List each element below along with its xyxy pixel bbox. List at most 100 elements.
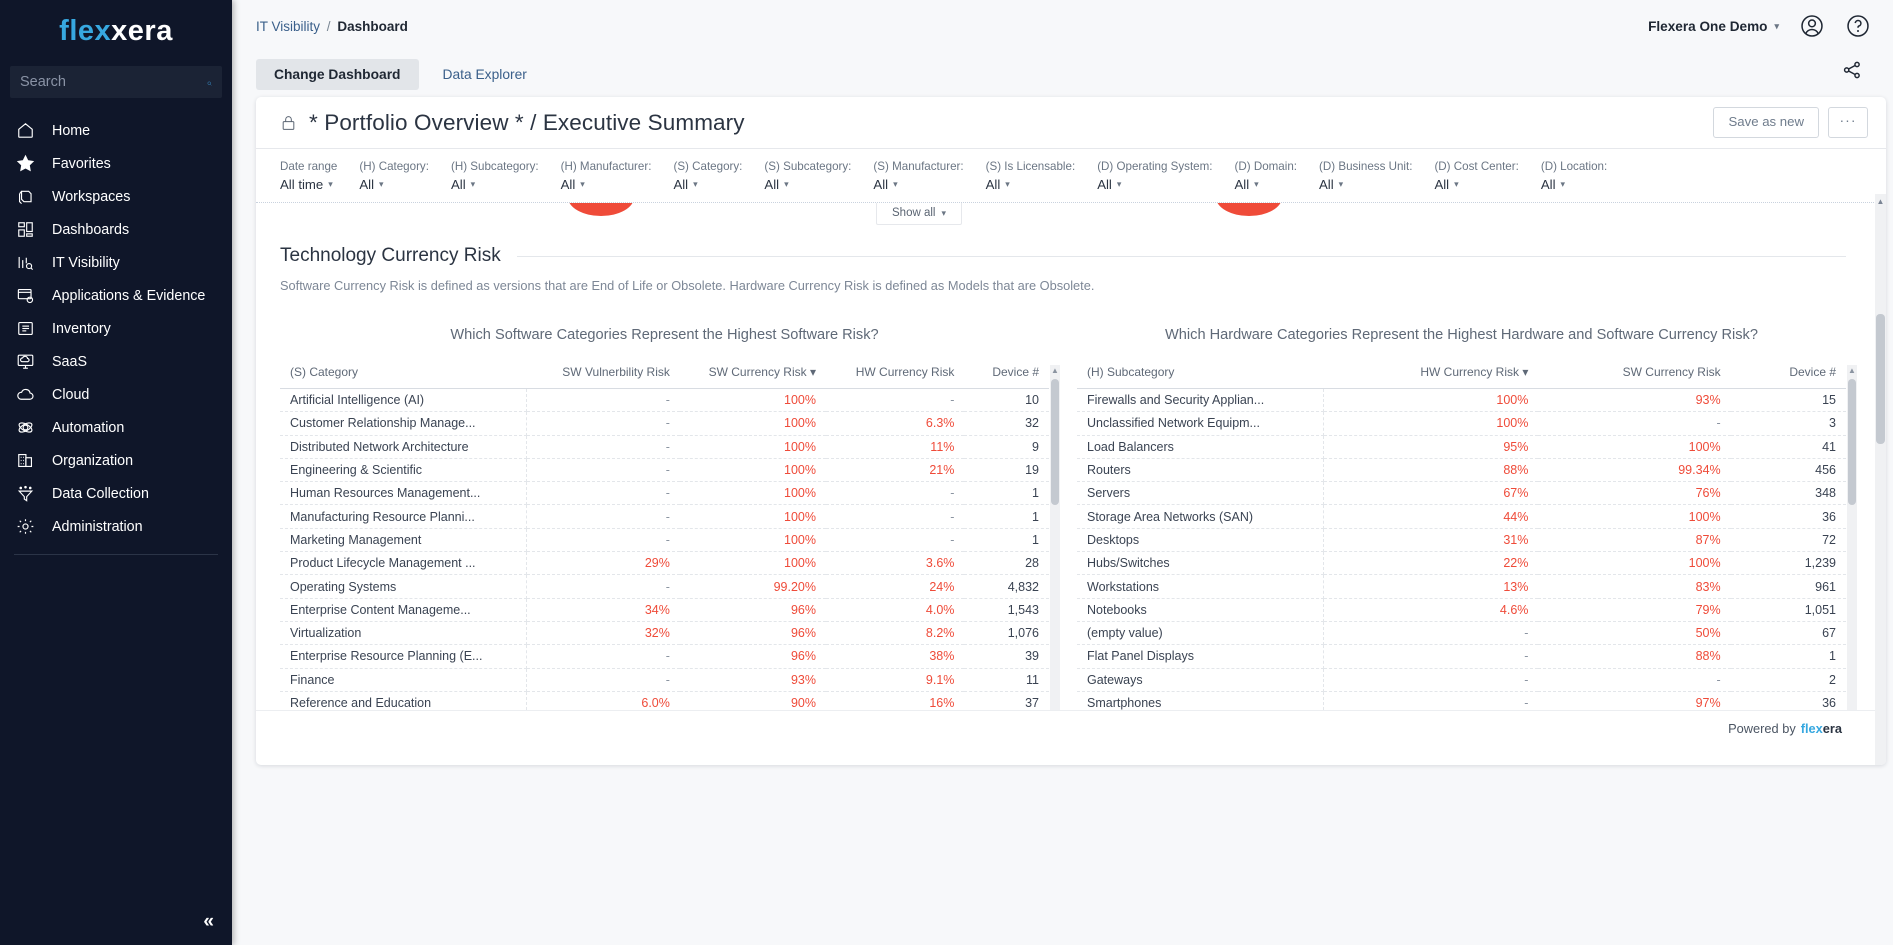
filter-d-domain: (D) Domain: All▾ (1235, 160, 1298, 192)
scroll-up-arrow-icon[interactable]: ▲ (1875, 198, 1886, 206)
scrollbar-thumb[interactable] (1848, 379, 1856, 505)
show-all-button[interactable]: Show all ▾ (876, 203, 962, 225)
table-row[interactable]: Product Lifecycle Management ...29%100%3… (280, 552, 1049, 575)
scroll-up-arrow-icon[interactable]: ▲ (1051, 365, 1059, 377)
table-row[interactable]: Finance-93%9.1%11 (280, 668, 1049, 691)
sidebar-item-organization[interactable]: Organization (0, 444, 232, 477)
breadcrumb-root[interactable]: IT Visibility (256, 19, 320, 34)
cell-sw-curr: 93% (680, 668, 826, 691)
filter-value[interactable]: All▾ (1235, 177, 1298, 192)
filter-value[interactable]: All▾ (673, 177, 742, 192)
table-row[interactable]: Desktops31%87%72 (1077, 528, 1846, 551)
filter-value[interactable]: All▾ (764, 177, 851, 192)
table-row[interactable]: Enterprise Resource Planning (E...-96%38… (280, 645, 1049, 668)
cell-hw-curr: 4.6% (1323, 598, 1538, 621)
table-row[interactable]: Engineering & Scientific-100%21%19 (280, 458, 1049, 481)
scrollbar-thumb[interactable] (1876, 314, 1885, 444)
table-row[interactable]: Customer Relationship Manage...-100%6.3%… (280, 412, 1049, 435)
sidebar-item-workspaces[interactable]: Workspaces (0, 180, 232, 213)
table-row[interactable]: Storage Area Networks (SAN)44%100%36 (1077, 505, 1846, 528)
filter-value[interactable]: All▾ (359, 177, 429, 192)
table-row[interactable]: Load Balancers95%100%41 (1077, 435, 1846, 458)
col-sw-currency-risk[interactable]: SW Currency Risk (1538, 365, 1730, 389)
filter-value[interactable]: All▾ (1319, 177, 1412, 192)
table-row[interactable]: Workstations13%83%961 (1077, 575, 1846, 598)
user-account-icon[interactable] (1799, 13, 1825, 39)
sidebar-item-saas[interactable]: SaaS (0, 345, 232, 378)
more-options-button[interactable]: ··· (1828, 107, 1868, 138)
table-row[interactable]: Marketing Management-100%-1 (280, 528, 1049, 551)
col-sw-currency-risk-sorted[interactable]: SW Currency Risk ▾ (680, 365, 826, 389)
table-body: Firewalls and Security Applian...100%93%… (1077, 389, 1846, 738)
sidebar-item-automation[interactable]: Automation (0, 411, 232, 444)
left-table-scrollbar[interactable]: ▲ ▼ (1050, 365, 1060, 738)
chevron-down-icon: ▾ (784, 180, 789, 189)
dashboard-actions: Save as new ··· (1713, 107, 1868, 138)
search-input[interactable] (20, 74, 207, 90)
table-row[interactable]: Manufacturing Resource Planni...-100%-1 (280, 505, 1049, 528)
sidebar-item-data-collection[interactable]: Data Collection (0, 477, 232, 510)
cell-devices: 72 (1731, 528, 1846, 551)
dashboard-scrollbar[interactable]: ▲ ▼ (1875, 194, 1886, 765)
filter-value[interactable]: All▾ (1541, 177, 1607, 192)
sidebar-item-home[interactable]: Home (0, 114, 232, 147)
search-icon[interactable] (207, 73, 212, 91)
col-h-subcategory[interactable]: (H) Subcategory (1077, 365, 1323, 389)
cell-hw-curr: 44% (1323, 505, 1538, 528)
help-icon[interactable] (1845, 13, 1871, 39)
sidebar-item-favorites[interactable]: Favorites (0, 147, 232, 180)
save-as-new-button[interactable]: Save as new (1713, 107, 1819, 138)
scroll-up-arrow-icon[interactable]: ▲ (1848, 365, 1856, 377)
table-row[interactable]: Firewalls and Security Applian...100%93%… (1077, 389, 1846, 412)
table-row[interactable]: Enterprise Content Manageme...34%96%4.0%… (280, 598, 1049, 621)
cell-hw-curr: - (826, 528, 964, 551)
filter-value-text: All (1235, 177, 1250, 192)
sidebar-item-applications-evidence[interactable]: Applications & Evidence (0, 279, 232, 312)
share-icon[interactable] (1841, 59, 1869, 87)
filter-value[interactable]: All▾ (1097, 177, 1212, 192)
sidebar-item-dashboards[interactable]: Dashboards (0, 213, 232, 246)
col-sw-vulnerability-risk[interactable]: SW Vulnerbility Risk (526, 365, 680, 389)
cell-sw-curr: - (1538, 412, 1730, 435)
table-row[interactable]: Hubs/Switches22%100%1,239 (1077, 552, 1846, 575)
table-row[interactable]: Distributed Network Architecture-100%11%… (280, 435, 1049, 458)
filter-value[interactable]: All▾ (986, 177, 1076, 192)
table-row[interactable]: Artificial Intelligence (AI)-100%-10 (280, 389, 1049, 412)
chevron-down-icon: ▾ (328, 180, 333, 189)
table-row[interactable]: Human Resources Management...-100%-1 (280, 482, 1049, 505)
tab-data-explorer[interactable]: Data Explorer (425, 59, 545, 90)
scrollbar-thumb[interactable] (1051, 379, 1059, 505)
section-header: Technology Currency Risk (280, 245, 1846, 267)
right-table-scrollbar[interactable]: ▲ ▼ (1847, 365, 1857, 738)
layers-icon (14, 186, 36, 208)
table-row[interactable]: Unclassified Network Equipm...100%-3 (1077, 412, 1846, 435)
filter-value[interactable]: All▾ (1434, 177, 1518, 192)
chevron-down-icon: ▾ (1339, 180, 1344, 189)
tab-change-dashboard[interactable]: Change Dashboard (256, 59, 419, 90)
filter-value[interactable]: All▾ (873, 177, 963, 192)
table-row[interactable]: Gateways--2 (1077, 668, 1846, 691)
filter-value[interactable]: All▾ (561, 177, 652, 192)
col-device-count[interactable]: Device # (1731, 365, 1846, 389)
table-row[interactable]: Operating Systems-99.20%24%4,832 (280, 575, 1049, 598)
table-row[interactable]: Notebooks4.6%79%1,051 (1077, 598, 1846, 621)
table-row[interactable]: Flat Panel Displays-88%1 (1077, 645, 1846, 668)
col-hw-currency-risk-sorted[interactable]: HW Currency Risk ▾ (1323, 365, 1538, 389)
sidebar-item-administration[interactable]: Administration (0, 510, 232, 543)
tenant-selector[interactable]: Flexera One Demo ▾ (1648, 19, 1779, 34)
sidebar-collapse-button[interactable]: « (203, 912, 214, 931)
sidebar-item-it-visibility[interactable]: IT Visibility (0, 246, 232, 279)
table-row[interactable]: Virtualization32%96%8.2%1,076 (280, 621, 1049, 644)
col-s-category[interactable]: (S) Category (280, 365, 526, 389)
sidebar-item-cloud[interactable]: Cloud (0, 378, 232, 411)
table-row[interactable]: Servers67%76%348 (1077, 482, 1846, 505)
sidebar-item-inventory[interactable]: Inventory (0, 312, 232, 345)
charts-row: Which Software Categories Represent the … (280, 327, 1846, 738)
col-device-count[interactable]: Device # (964, 365, 1049, 389)
filter-value[interactable]: All time▾ (280, 177, 337, 192)
search-box[interactable] (10, 66, 222, 98)
filter-value[interactable]: All▾ (451, 177, 539, 192)
table-row[interactable]: Routers88%99.34%456 (1077, 458, 1846, 481)
table-row[interactable]: (empty value)-50%67 (1077, 621, 1846, 644)
col-hw-currency-risk[interactable]: HW Currency Risk (826, 365, 964, 389)
